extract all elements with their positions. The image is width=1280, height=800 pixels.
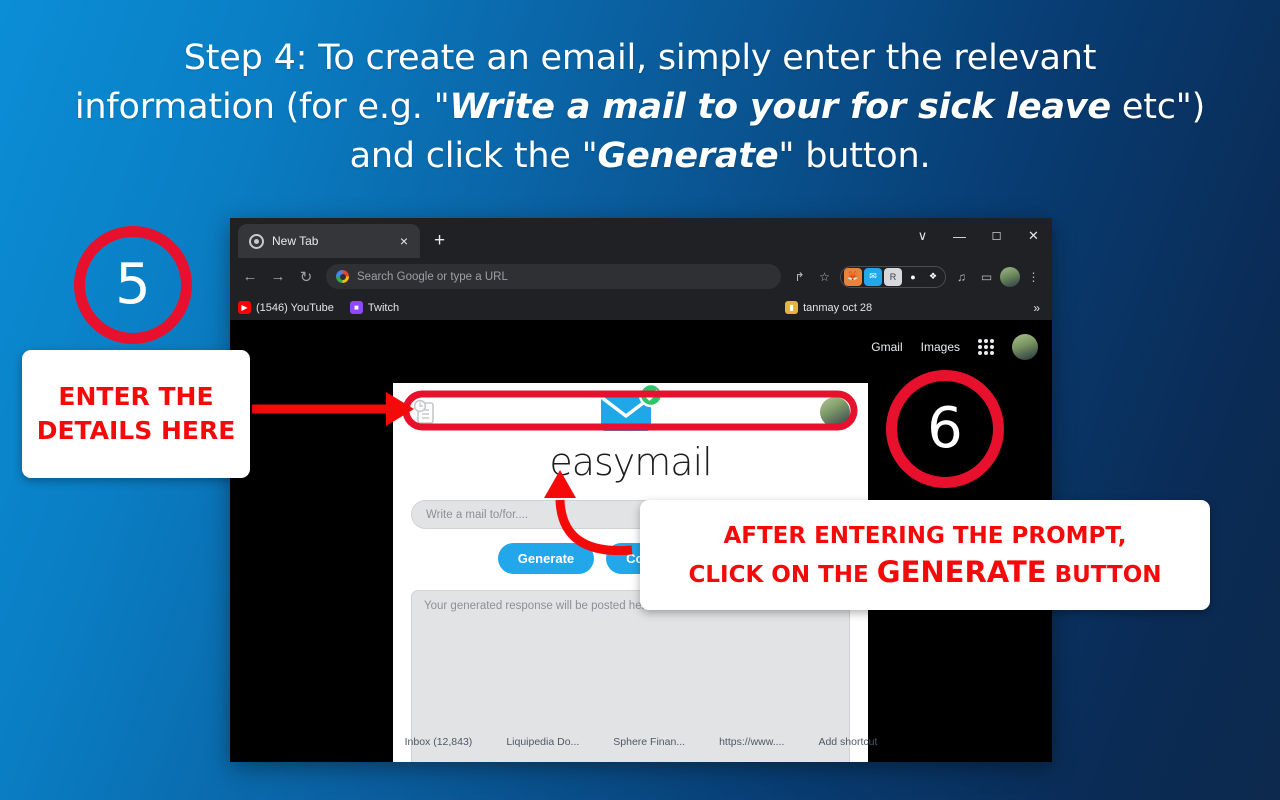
- puzzle-extensions-icon[interactable]: ❖: [924, 268, 942, 286]
- headline-line-3: and click the "Generate" button.: [70, 132, 1210, 181]
- grammarly-extension-icon[interactable]: R: [884, 267, 902, 286]
- callout-enter-details: ENTER THE DETAILS HERE: [22, 350, 250, 478]
- headline-line-3-post: " button.: [778, 136, 931, 176]
- new-tab-button[interactable]: +: [434, 231, 445, 250]
- side-panel-icon[interactable]: ▭: [975, 265, 998, 288]
- headline-line-1-text: Step 4: To create an email, simply enter…: [183, 38, 1097, 78]
- youtube-icon: ▶: [238, 301, 251, 314]
- headline-line-2: information (for e.g. "Write a mail to y…: [70, 83, 1210, 132]
- step-number-6: 6: [886, 370, 1004, 488]
- callout-line-2-generate: GENERATE: [876, 554, 1047, 589]
- chevron-down-icon[interactable]: ∨: [904, 218, 941, 254]
- step-number-6-label: 6: [927, 396, 963, 461]
- apps-grid-icon[interactable]: [978, 339, 994, 355]
- shortcut-row: Inbox (12,843) Liquipedia Do... Sphere F…: [230, 736, 1052, 748]
- headline-generate-word: Generate: [597, 136, 779, 176]
- callout-click-generate: AFTER ENTERING THE PROMPT, CLICK ON THE …: [640, 500, 1210, 610]
- add-shortcut-button[interactable]: Add shortcut: [818, 736, 877, 748]
- shortcut-url[interactable]: https://www....: [719, 736, 784, 748]
- easymail-brand: easymail: [411, 382, 850, 484]
- callout-line-2-post: BUTTON: [1046, 561, 1162, 588]
- bookmark-twitch[interactable]: ■ Twitch: [349, 301, 400, 314]
- bookmarks-overflow-icon[interactable]: »: [1033, 301, 1044, 315]
- bookmark-label: Twitch: [367, 301, 400, 314]
- shortcut-liquipedia[interactable]: Liquipedia Do...: [506, 736, 579, 748]
- close-icon[interactable]: ×: [396, 234, 412, 248]
- headline-line-1: Step 4: To create an email, simply enter…: [70, 34, 1210, 83]
- gmail-link[interactable]: Gmail: [871, 340, 902, 354]
- address-bar-placeholder: Search Google or type a URL: [357, 270, 508, 283]
- history-document-icon[interactable]: [411, 397, 439, 427]
- callout-click-generate-line-2: CLICK ON THE GENERATE BUTTON: [652, 554, 1198, 593]
- share-icon[interactable]: ↱: [788, 265, 811, 288]
- reload-icon[interactable]: ↻: [293, 264, 319, 290]
- twitch-icon: ■: [349, 301, 363, 314]
- callout-line-2-pre: CLICK ON THE: [688, 561, 877, 588]
- address-bar[interactable]: Search Google or type a URL: [326, 264, 781, 289]
- prompt-input-placeholder: Write a mail to/for....: [426, 508, 529, 521]
- headline-example-prompt: Write a mail to your for sick leave: [449, 87, 1112, 127]
- headline-line-2-pre: information (for e.g. ": [74, 87, 450, 127]
- headline-line-2-post: etc"): [1110, 87, 1206, 127]
- envelope-check-icon: [595, 382, 667, 441]
- folder-icon: ▮: [785, 301, 799, 314]
- maximize-icon[interactable]: ☐: [978, 218, 1015, 254]
- bookmark-folder-tanmay[interactable]: ▮ tanmay oct 28: [785, 301, 872, 314]
- page-title: Step 4: To create an email, simply enter…: [70, 34, 1210, 181]
- step-number-5-label: 5: [115, 252, 151, 317]
- minimize-icon[interactable]: —: [941, 218, 978, 254]
- easymail-wordmark: easymail: [549, 440, 712, 484]
- forward-icon[interactable]: →: [265, 264, 291, 290]
- window-controls: ∨ — ☐ ✕: [904, 218, 1052, 254]
- headline-line-3-pre: and click the ": [349, 136, 598, 176]
- metamask-extension-icon[interactable]: 🦊: [844, 267, 862, 286]
- close-window-icon[interactable]: ✕: [1015, 218, 1052, 254]
- callout-enter-details-line-1: ENTER THE: [58, 382, 214, 411]
- profile-avatar-icon[interactable]: [1000, 266, 1020, 287]
- adblock-extension-icon[interactable]: ●: [904, 268, 922, 286]
- bookmarks-bar: ▶ (1546) YouTube ■ Twitch ▮ tanmay oct 2…: [230, 295, 1052, 320]
- shortcut-sphere[interactable]: Sphere Finan...: [613, 736, 685, 748]
- media-list-icon[interactable]: ♫: [950, 265, 973, 288]
- callout-click-generate-line-1: AFTER ENTERING THE PROMPT,: [723, 522, 1127, 549]
- step-number-5: 5: [74, 226, 192, 344]
- bookmark-youtube[interactable]: ▶ (1546) YouTube: [238, 301, 334, 314]
- google-account-avatar[interactable]: [1012, 334, 1038, 360]
- bookmark-star-icon[interactable]: ☆: [813, 265, 836, 288]
- back-icon[interactable]: ←: [237, 264, 263, 290]
- google-icon: [336, 270, 349, 283]
- shortcut-inbox[interactable]: Inbox (12,843): [405, 736, 473, 748]
- tab-title: New Tab: [272, 234, 319, 248]
- more-menu-icon[interactable]: ⋮: [1022, 265, 1045, 288]
- easymail-extension-icon[interactable]: ✉: [864, 267, 882, 286]
- images-link[interactable]: Images: [921, 340, 960, 354]
- bookmark-label: tanmay oct 28: [803, 301, 873, 314]
- extensions-pill: 🦊 ✉ R ● ❖: [840, 265, 946, 288]
- browser-window: New Tab × + ∨ — ☐ ✕ ← → ↻ Search Google …: [230, 218, 1052, 762]
- bookmark-label: (1546) YouTube: [256, 301, 334, 314]
- google-top-nav: Gmail Images: [871, 334, 1038, 360]
- response-textarea-placeholder: Your generated response will be posted h…: [424, 600, 652, 612]
- chrome-icon: [249, 233, 264, 249]
- browser-toolbar: ← → ↻ Search Google or type a URL ↱ ☆ 🦊 …: [230, 258, 1052, 295]
- avatar[interactable]: [820, 397, 850, 427]
- tab-strip: New Tab × + ∨ — ☐ ✕: [230, 218, 1052, 258]
- callout-enter-details-line-2: DETAILS HERE: [36, 416, 236, 445]
- tab-new-tab[interactable]: New Tab ×: [238, 224, 420, 258]
- generate-button[interactable]: Generate: [497, 543, 595, 574]
